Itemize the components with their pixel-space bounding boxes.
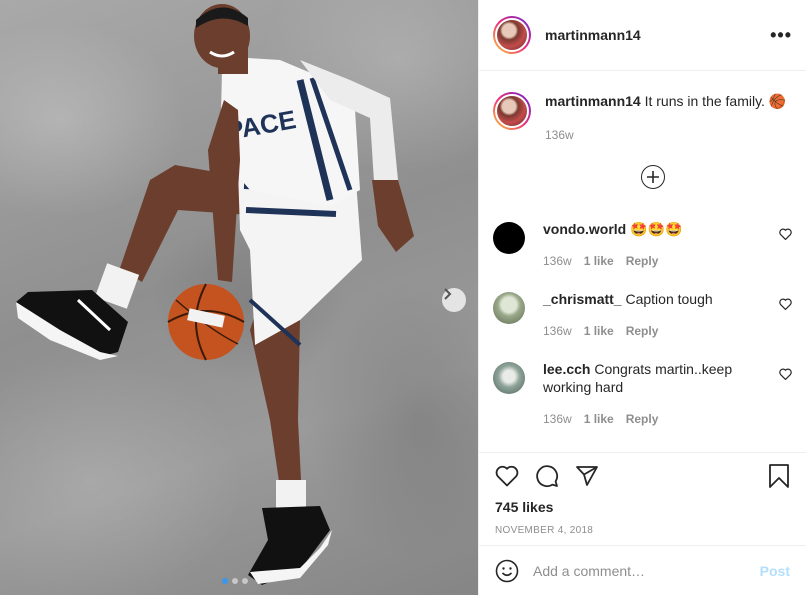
commenter-username[interactable]: lee.cch [543, 361, 590, 377]
chevron-right-icon [444, 288, 452, 300]
add-comment-bar: Post [479, 545, 806, 595]
comment-item: lee.cch Congrats martin..keep working ha… [493, 360, 792, 428]
plus-icon [647, 171, 659, 183]
caption-text: It runs in the family. [644, 93, 765, 109]
heart-icon[interactable] [779, 228, 792, 240]
comment-likes[interactable]: 1 like [584, 252, 614, 270]
paper-plane-icon [576, 466, 598, 486]
carousel-indicator [222, 578, 248, 584]
commenter-avatar[interactable] [493, 222, 525, 254]
post-header: martinmann14 ••• [479, 0, 806, 71]
caption-username[interactable]: martinmann14 [545, 93, 641, 109]
comment-likes[interactable]: 1 like [584, 410, 614, 428]
comment-button[interactable] [535, 464, 559, 488]
post-button[interactable]: Post [760, 563, 790, 579]
save-button[interactable] [768, 464, 790, 488]
commenter-avatar[interactable] [493, 292, 525, 324]
more-horizontal-icon[interactable]: ••• [770, 25, 792, 46]
comment-age: 136w [543, 324, 572, 338]
author-username[interactable]: martinmann14 [545, 27, 641, 43]
reply-button[interactable]: Reply [626, 252, 659, 270]
carousel-dot [242, 578, 248, 584]
post-photo[interactable]: PACE [0, 0, 478, 595]
commenter-username[interactable]: _chrismatt_ [543, 291, 622, 307]
reply-button[interactable]: Reply [626, 410, 659, 428]
load-more-comments-button[interactable] [641, 165, 665, 189]
comment-age: 136w [543, 412, 572, 426]
author-avatar[interactable] [493, 16, 531, 54]
post-panel: martinmann14 ••• martinmann14 It runs in… [478, 0, 806, 595]
basketball-emoji: 🏀 [768, 93, 787, 109]
caption-avatar[interactable] [493, 92, 531, 130]
comment-bubble-icon [536, 465, 559, 488]
comment-item: vondo.world 🤩🤩🤩 136w 1 like Reply [493, 220, 792, 270]
emoji-icon[interactable] [495, 559, 519, 583]
comments-section: martinmann14 It runs in the family. 🏀 13… [479, 72, 806, 452]
comment-text: Caption tough [625, 291, 713, 307]
bookmark-icon [769, 464, 789, 488]
comment-likes[interactable]: 1 like [584, 322, 614, 340]
comment-text: 🤩🤩🤩 [630, 221, 683, 237]
post-date[interactable]: November 4, 2018 [495, 525, 790, 536]
reply-button[interactable]: Reply [626, 322, 659, 340]
heart-icon[interactable] [779, 298, 792, 310]
carousel-dot [232, 578, 238, 584]
post-actions: 745 likes November 4, 2018 [479, 452, 806, 536]
like-button[interactable] [495, 465, 519, 487]
next-image-button[interactable] [442, 288, 466, 312]
share-button[interactable] [575, 464, 599, 488]
commenter-username[interactable]: vondo.world [543, 221, 626, 237]
commenter-avatar[interactable] [493, 362, 525, 394]
caption: martinmann14 It runs in the family. 🏀 13… [493, 92, 792, 144]
heart-icon[interactable] [779, 368, 792, 380]
caption-age: 136w [545, 128, 574, 142]
comment-input[interactable] [533, 562, 760, 579]
heart-icon [495, 465, 519, 487]
comment-item: _chrismatt_ Caption tough 136w 1 like Re… [493, 290, 792, 340]
comment-age: 136w [543, 254, 572, 268]
carousel-dot [222, 578, 228, 584]
player-illustration: PACE [16, 4, 414, 585]
likes-count[interactable]: 745 likes [495, 499, 790, 515]
